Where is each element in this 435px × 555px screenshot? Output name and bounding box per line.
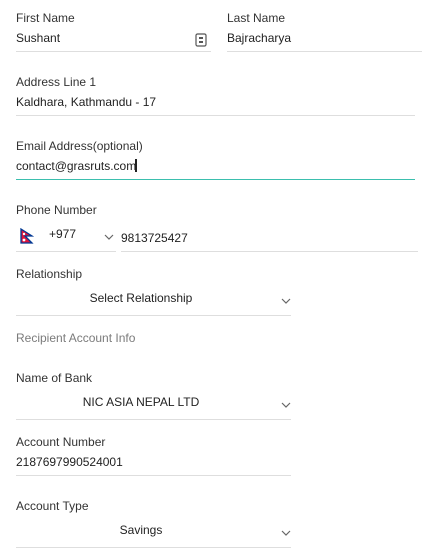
- email-input[interactable]: contact@grasruts.com: [16, 159, 136, 173]
- email-underline: [16, 179, 415, 180]
- chevron-down-icon[interactable]: [103, 231, 115, 243]
- first-name-input[interactable]: Sushant: [16, 31, 196, 45]
- nepal-flag-icon[interactable]: [20, 228, 34, 244]
- phone-input[interactable]: 9813725427: [121, 231, 188, 245]
- account-number-underline: [16, 475, 291, 476]
- recipient-account-section-title: Recipient Account Info: [16, 331, 136, 345]
- address-input[interactable]: Kaldhara, Kathmandu - 17: [16, 95, 156, 109]
- bank-underline: [16, 419, 291, 420]
- relationship-label: Relationship: [16, 267, 83, 281]
- relationship-underline: [16, 315, 291, 316]
- bank-label: Name of Bank: [16, 371, 93, 385]
- account-type-label: Account Type: [16, 499, 89, 513]
- first-name-underline: [16, 51, 211, 52]
- bank-select[interactable]: NIC ASIA NEPAL LTD: [16, 395, 266, 409]
- account-number-label: Account Number: [16, 435, 106, 449]
- email-label: Email Address(optional): [16, 139, 143, 153]
- relationship-select[interactable]: Select Relationship: [16, 291, 266, 305]
- country-code-underline: [16, 251, 116, 252]
- country-code-select[interactable]: +977: [49, 227, 76, 241]
- contact-card-icon[interactable]: [195, 33, 207, 47]
- chevron-down-icon[interactable]: [280, 399, 292, 411]
- last-name-input[interactable]: Bajracharya: [227, 31, 291, 45]
- account-type-select[interactable]: Savings: [16, 523, 266, 537]
- account-number-input[interactable]: 2187697990524001: [16, 455, 123, 469]
- chevron-down-icon[interactable]: [280, 295, 292, 307]
- account-type-underline: [16, 547, 291, 548]
- first-name-label: First Name: [16, 11, 75, 25]
- phone-label: Phone Number: [16, 203, 97, 217]
- address-label: Address Line 1: [16, 75, 97, 89]
- address-underline: [16, 115, 415, 116]
- text-cursor: [135, 159, 137, 172]
- last-name-underline: [227, 51, 422, 52]
- phone-underline: [121, 251, 418, 252]
- chevron-down-icon[interactable]: [280, 527, 292, 539]
- last-name-label: Last Name: [227, 11, 286, 25]
